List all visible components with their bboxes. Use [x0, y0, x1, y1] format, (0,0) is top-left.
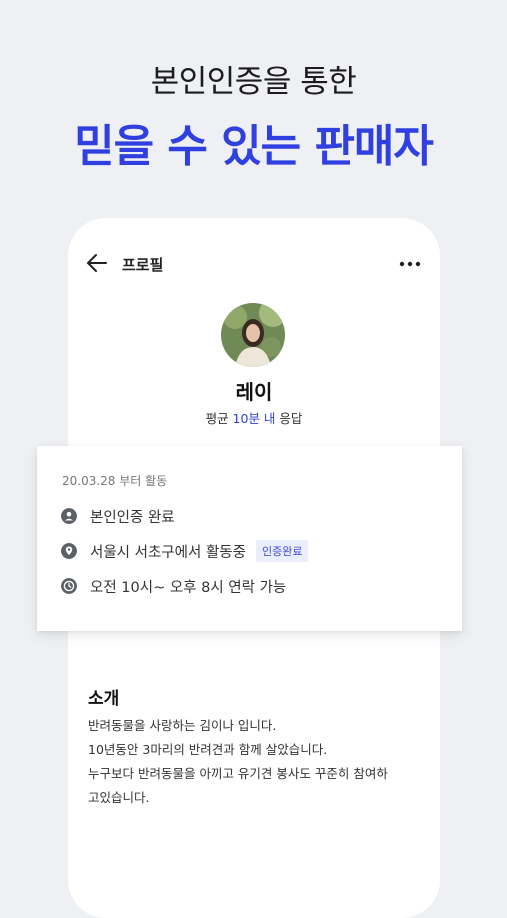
verified-badge: 인증완료: [255, 540, 309, 562]
info-row-text: 오전 10시~ 오후 8시 연락 가능: [90, 579, 287, 596]
info-row-text: 서울시 서초구에서 활동중: [90, 544, 246, 561]
response-prefix: 평균: [205, 411, 233, 426]
info-row-text: 본인인증 완료: [90, 509, 175, 526]
more-icon[interactable]: [398, 254, 422, 274]
active-since: 20.03.28 부터 활동: [62, 474, 168, 488]
page-title: 프로필: [122, 256, 164, 274]
nickname: 레이: [235, 380, 273, 404]
intro-line: 10년동안 3마리의 반려견과 함께 살았습니다.: [88, 742, 328, 757]
headline-main: 믿을 수 있는 판매자: [74, 121, 434, 172]
response-suffix: 응답: [275, 411, 303, 426]
headline-top: 본인인증을 통한: [150, 64, 357, 100]
avatar: [221, 303, 285, 367]
intro-body: 반려동물을 사랑하는 김이나 입니다. 10년동안 3마리의 반려견과 함께 살…: [88, 714, 428, 810]
intro-line: 누구보다 반려동물을 아끼고 유기견 봉사도 꾸준히 참여하: [88, 766, 388, 781]
response-time: 평균 10분 내 응답: [68, 408, 440, 427]
location-icon: [61, 543, 77, 559]
intro-line: 고있습니다.: [88, 790, 150, 805]
intro-title: 소개: [88, 689, 120, 709]
response-highlight: 10분 내: [232, 411, 276, 426]
person-icon: [61, 508, 77, 524]
top-bar: 프로필: [68, 218, 440, 308]
back-arrow-icon[interactable]: [86, 252, 108, 274]
info-row-location: 서울시 서초구에서 활동중 인증완료: [61, 540, 309, 562]
intro-line: 반려동물을 사랑하는 김이나 입니다.: [88, 718, 277, 733]
clock-icon: [61, 578, 77, 594]
seller-info-card: 20.03.28 부터 활동 본인인증 완료 서울시 서초구에서 활동중 인증완…: [37, 446, 462, 631]
info-row-contact-hours: 오전 10시~ 오후 8시 연락 가능: [61, 575, 286, 597]
info-row-verification: 본인인증 완료: [61, 505, 175, 527]
